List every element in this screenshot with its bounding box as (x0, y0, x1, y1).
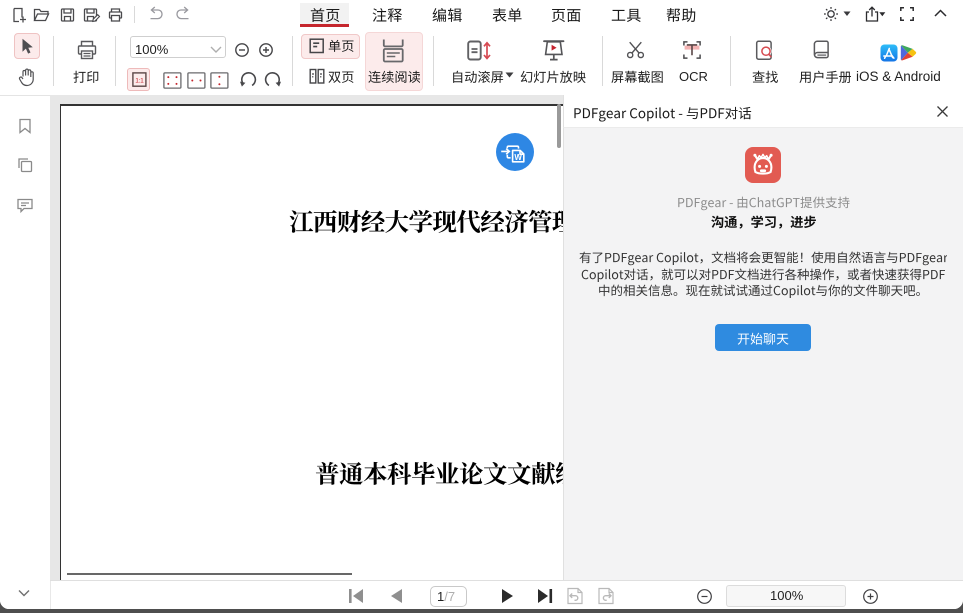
svg-text:W: W (514, 153, 522, 162)
svg-text:1:1: 1:1 (135, 77, 144, 84)
